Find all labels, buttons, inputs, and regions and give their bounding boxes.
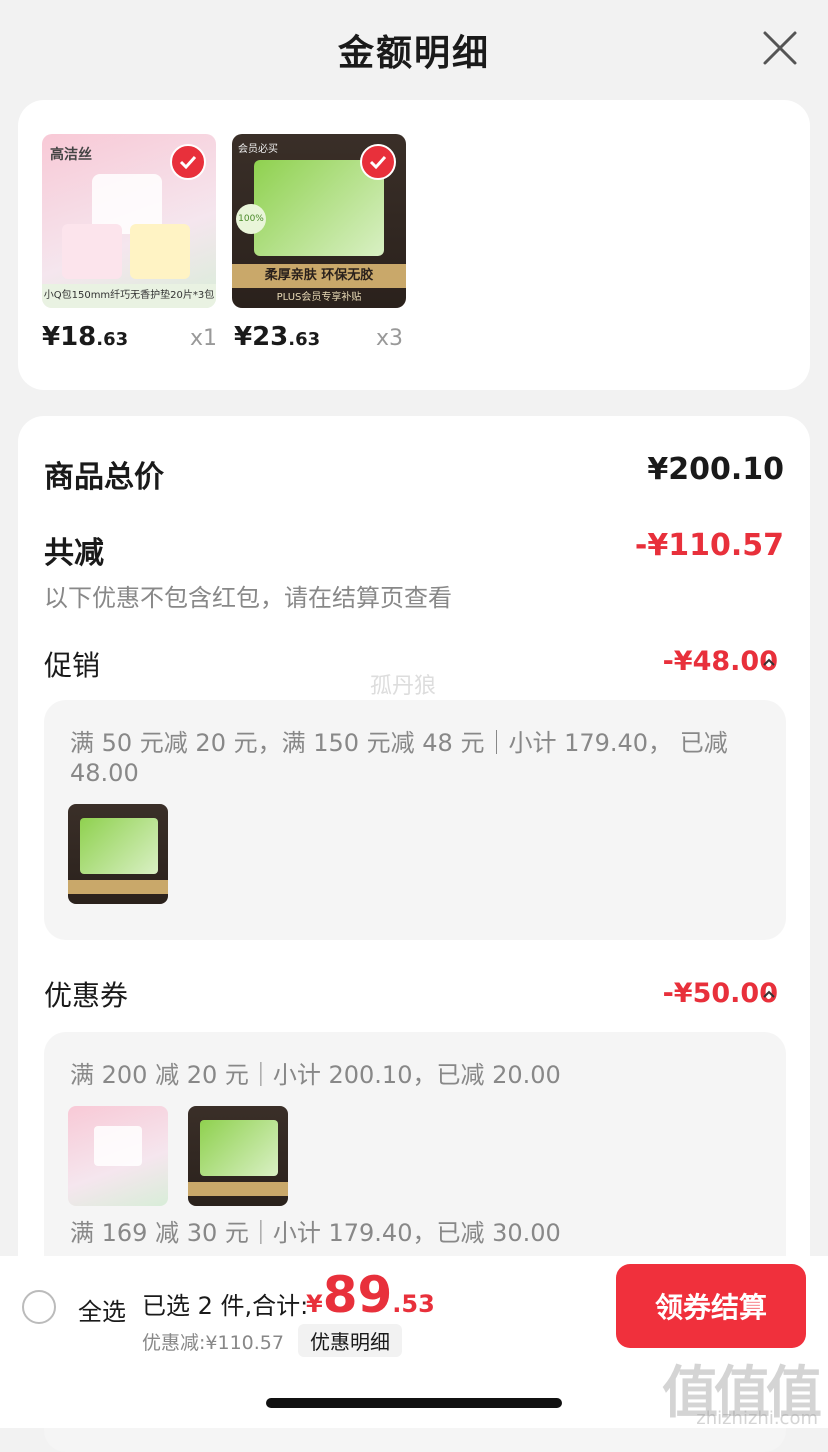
discount-note: 以下优惠不包含红包，请在结算页查看 — [44, 584, 452, 612]
watermark: 孤丹狼 — [370, 674, 437, 699]
promotion-detail-text: 满 50 元减 20 元，满 150 元减 48 元｜小计 179.40， 已减… — [70, 729, 728, 787]
promotion-label: 促销 — [44, 649, 101, 682]
chevron-up-icon[interactable] — [762, 984, 776, 1003]
checked-icon[interactable] — [360, 144, 396, 180]
discount-amount: 优惠减:¥110.57 — [142, 1332, 284, 1354]
total-reduce-label: 共减 — [44, 536, 104, 571]
product-label: 柔厚亲肤 环保无胶 — [232, 264, 406, 288]
product-thumbnail: 高洁丝 小Q包150mm纤巧无香护垫20片*3包 — [42, 134, 216, 308]
home-indicator[interactable] — [266, 1398, 562, 1408]
checkout-bar: 全选 已选 2 件,合计: ¥89.53 优惠减:¥110.57 优惠明细 领券… — [0, 1256, 828, 1429]
coupon-value[interactable]: -¥50.00 — [663, 978, 778, 1009]
product-quantity: x1 — [190, 326, 218, 351]
product-card: 高洁丝 小Q包150mm纤巧无香护垫20片*3包 ¥18.63 x1 会员必买 … — [18, 100, 810, 390]
coupon-detail-text: 满 169 减 30 元｜小计 179.40，已减 30.00 — [70, 1219, 561, 1247]
promotion-value[interactable]: -¥48.00 — [663, 646, 778, 677]
member-badge: 会员必买 — [238, 144, 278, 155]
coupon-label: 优惠券 — [44, 979, 129, 1012]
select-all-radio[interactable] — [22, 1290, 56, 1324]
product-quantity: x3 — [376, 326, 404, 351]
checkout-button[interactable]: 领券结算 — [616, 1264, 806, 1348]
brand-logo: 高洁丝 — [50, 147, 92, 163]
amount-detail-sheet: 金额明细 高洁丝 小Q包150mm纤巧无香护垫20片*3包 ¥18.63 x1 … — [0, 0, 828, 1452]
goods-total-label: 商品总价 — [44, 460, 164, 495]
product-price: ¥23.63 — [234, 322, 321, 352]
product-price: ¥18.63 — [42, 322, 129, 352]
product-sublabel: PLUS会员专享补贴 — [276, 292, 362, 303]
coupon-detail-text: 满 200 减 20 元｜小计 200.10，已减 20.00 — [70, 1061, 561, 1089]
promotion-detail-box: 满 50 元减 20 元，满 150 元减 48 元｜小计 179.40， 已减… — [44, 700, 786, 940]
selected-info: 已选 2 件,合计: — [142, 1292, 309, 1320]
promotion-product-thumbnail[interactable] — [68, 804, 168, 904]
total-amount: ¥89.53 — [306, 1266, 435, 1324]
select-all-label[interactable]: 全选 — [78, 1292, 126, 1327]
product-label: 小Q包150mm纤巧无香护垫20片*3包 — [42, 284, 216, 308]
goods-total-value: ¥200.10 — [647, 452, 784, 487]
product-thumbnail: 会员必买 100% 柔厚亲肤 环保无胶 PLUS会员专享补贴 — [232, 134, 406, 308]
discount-detail-button[interactable]: 优惠明细 — [298, 1324, 402, 1357]
close-icon[interactable] — [762, 30, 798, 66]
coupon-product-thumbnail[interactable] — [188, 1106, 288, 1206]
product-item[interactable]: 会员必买 100% 柔厚亲肤 环保无胶 PLUS会员专享补贴 — [232, 134, 406, 308]
total-reduce-value: -¥110.57 — [634, 528, 784, 563]
product-item[interactable]: 高洁丝 小Q包150mm纤巧无香护垫20片*3包 — [42, 134, 216, 308]
checked-icon[interactable] — [170, 144, 206, 180]
chevron-up-icon[interactable] — [762, 652, 776, 671]
coupon-product-thumbnail[interactable] — [68, 1106, 168, 1206]
page-title: 金额明细 — [337, 33, 490, 74]
corner-watermark-url: zhizhizhi.com — [696, 1408, 818, 1429]
